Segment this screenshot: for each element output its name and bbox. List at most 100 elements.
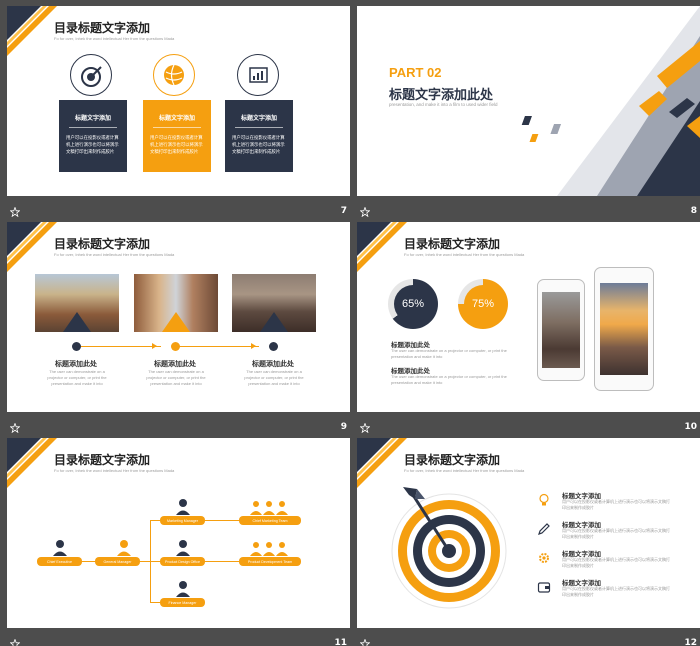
card: 标题文字添加 用户可以在投影仪或者计算机上进行演示也可以将演示文稿打印出来制作成…: [225, 100, 293, 172]
item-body: The user can demonstrate on a projector …: [244, 369, 304, 386]
card: 标题文字添加 用户可以在投影仪或者计算机上进行演示也可以将演示文稿打印出来制作成…: [59, 100, 127, 172]
timeline-arrow: [251, 343, 256, 349]
slide-number: 9: [340, 422, 347, 432]
triangle-badge: [260, 312, 288, 332]
slide-10-canvas[interactable]: 目录标题文字添加 Fo for over, Inhek the word int…: [357, 222, 700, 412]
slide-subtitle: Fo for over, Inhek the word intellectual…: [54, 468, 175, 473]
org-node: Product Development Team: [239, 557, 301, 566]
slide-title: 目录标题文字添加: [54, 21, 151, 35]
slide-9-canvas[interactable]: 目录标题文字添加 Fo for over, Inhek the word int…: [7, 222, 350, 412]
slide-thumbnail-9[interactable]: 目录标题文字添加 Fo for over, Inhek the word int…: [7, 222, 350, 437]
card-title: 标题文字添加: [240, 116, 277, 122]
progress-ring: 65%: [388, 279, 438, 329]
slide-number: 8: [690, 206, 697, 216]
card-divider: [153, 127, 201, 128]
slide-footer: 12: [357, 628, 700, 646]
feature-body: 用户可以在投影仪或者计算机上进行演示也可以将演示文稿打印出来制作成胶片: [562, 528, 670, 539]
corner-stripes-decoration: [357, 222, 407, 272]
wallet-icon: [537, 582, 551, 593]
pen-icon: [538, 523, 550, 535]
slide-number: 7: [340, 206, 347, 216]
star-icon[interactable]: [10, 207, 20, 217]
card-divider: [235, 127, 283, 128]
slide-title: 目录标题文字添加: [404, 453, 501, 467]
item-title: 标题添加此处: [55, 360, 97, 368]
org-node: Chief Executive: [37, 557, 82, 566]
bulb-icon: [539, 493, 549, 506]
slide-footer: 7: [7, 196, 350, 221]
section-subtitle: presentation, and make it into a film to…: [389, 102, 498, 107]
card-body: 用户可以在投影仪或者计算机上进行演示也可以将演示文稿打印出来制作成胶片: [150, 135, 203, 154]
block-body: The user can demonstrate on a projector …: [391, 374, 507, 385]
timeline-line: [81, 346, 161, 347]
timeline-line: [179, 346, 259, 347]
slide-thumbnail-11[interactable]: 目录标题文字添加 Fo for over, Inhek the word int…: [7, 438, 350, 646]
feature-body: 用户可以在投影仪或者计算机上进行演示也可以将演示文稿打印出来制作成胶片: [562, 586, 670, 597]
star-icon[interactable]: [360, 423, 370, 433]
slide-number: 11: [334, 638, 347, 646]
card: 标题文字添加 用户可以在投影仪或者计算机上进行演示也可以将演示文稿打印出来制作成…: [143, 100, 211, 172]
progress-ring-label: 65%: [394, 285, 432, 323]
slide-7-canvas[interactable]: 目录标题文字添加 Fo for over, Inhek the word int…: [7, 6, 350, 196]
star-icon[interactable]: [360, 207, 370, 217]
slide-subtitle: Fo for over, Inhek the word intellectual…: [54, 252, 175, 257]
org-node: Product Design Office: [160, 557, 205, 566]
phone-mockup: [537, 279, 585, 381]
corner-stripes-decoration: [7, 222, 57, 272]
timeline-dot: [269, 342, 278, 351]
card-divider: [69, 127, 117, 128]
item-body: The user can demonstrate on a projector …: [47, 369, 107, 386]
triangle-badge: [63, 312, 91, 332]
progress-ring: 75%: [458, 279, 508, 329]
corner-stripes-decoration: [357, 438, 407, 488]
org-connector: [203, 520, 239, 521]
corner-stripes-decoration: [7, 6, 57, 56]
person-icon: [53, 540, 67, 556]
card-body: 用户可以在投影仪或者计算机上进行演示也可以将演示文稿打印出来制作成胶片: [66, 135, 119, 154]
triangle-badge: [162, 312, 190, 332]
feature-body: 用户可以在投影仪或者计算机上进行演示也可以将演示文稿打印出来制作成胶片: [562, 499, 670, 510]
slide-footer: 10: [357, 412, 700, 437]
block-body: The user can demonstrate on a projector …: [391, 348, 507, 359]
team-icon: [250, 542, 288, 556]
star-icon[interactable]: [10, 639, 20, 646]
slide-number: 12: [684, 638, 697, 646]
slide-12-canvas[interactable]: 目录标题文字添加 Fo for over, Inhek the word int…: [357, 438, 700, 628]
corner-stripes-decoration: [7, 438, 57, 488]
slide-title: 目录标题文字添加: [54, 237, 151, 251]
globe-icon: [153, 54, 195, 96]
progress-ring-label: 75%: [464, 285, 502, 323]
slide-subtitle: Fo for over, Inhek the word intellectual…: [54, 36, 175, 41]
phone-mockup: [594, 267, 654, 391]
target-dart-illustration: [391, 487, 507, 609]
slide-title: 目录标题文字添加: [404, 237, 501, 251]
org-node: Finance Manager: [160, 598, 205, 607]
item-title: 标题添加此处: [154, 360, 196, 368]
card-title: 标题文字添加: [158, 116, 195, 122]
slide-subtitle: Fo for over, Inhek the word intellectual…: [404, 468, 525, 473]
org-node: Marketing Manager: [160, 516, 205, 525]
section-label: PART 02: [389, 65, 442, 80]
section-title: 标题文字添加此处: [389, 88, 494, 103]
slide-thumbnail-12[interactable]: 目录标题文字添加 Fo for over, Inhek the word int…: [357, 438, 700, 646]
slide-thumbnail-7[interactable]: 目录标题文字添加 Fo for over, Inhek the word int…: [7, 6, 350, 221]
diagonal-shapes-decoration: [521, 6, 700, 196]
slide-subtitle: Fo for over, Inhek the word intellectual…: [404, 252, 525, 257]
gear-icon: [539, 553, 549, 563]
slide-8-canvas[interactable]: PART 02 标题文字添加此处 presentation, and make …: [357, 6, 700, 196]
item-title: 标题添加此处: [252, 360, 294, 368]
slide-thumbnail-8[interactable]: PART 02 标题文字添加此处 presentation, and make …: [357, 6, 700, 221]
chart-icon: [237, 54, 279, 96]
star-icon[interactable]: [10, 423, 20, 433]
card-body: 用户可以在投影仪或者计算机上进行演示也可以将演示文稿打印出来制作成胶片: [232, 135, 285, 154]
phone-screen: [542, 292, 580, 368]
person-icon: [176, 540, 190, 556]
timeline-dot: [72, 342, 81, 351]
team-icon: [250, 501, 288, 515]
slide-footer: 9: [7, 412, 350, 437]
slide-thumbnail-10[interactable]: 目录标题文字添加 Fo for over, Inhek the word int…: [357, 222, 700, 437]
person-icon: [117, 540, 131, 556]
star-icon[interactable]: [360, 639, 370, 646]
timeline-arrow: [152, 343, 157, 349]
slide-11-canvas[interactable]: 目录标题文字添加 Fo for over, Inhek the word int…: [7, 438, 350, 628]
